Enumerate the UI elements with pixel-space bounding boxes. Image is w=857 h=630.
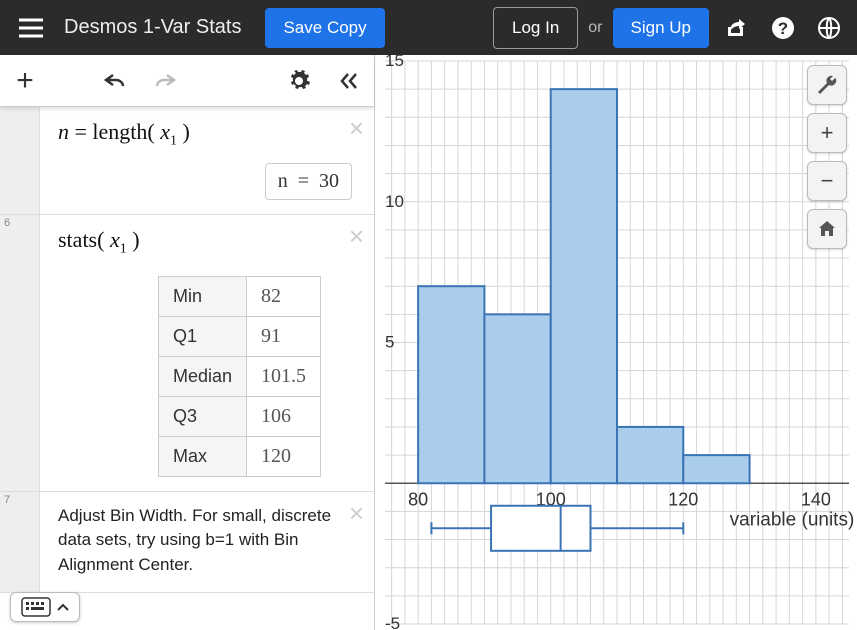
app-title: Desmos 1-Var Stats bbox=[64, 16, 241, 39]
share-icon[interactable] bbox=[719, 11, 755, 45]
svg-text:15: 15 bbox=[385, 55, 404, 70]
stats-output-table: Min82 Q191 Median101.5 Q3106 Max120 bbox=[158, 276, 321, 477]
delete-expression-icon[interactable]: × bbox=[349, 500, 364, 526]
graph-controls: + − bbox=[807, 65, 847, 249]
stats-label: Min bbox=[159, 276, 247, 316]
stats-value: 120 bbox=[247, 436, 321, 476]
stats-label: Max bbox=[159, 436, 247, 476]
expression-row[interactable]: 6 × stats( x1 ) Min82 Q191 Median101.5 Q… bbox=[0, 215, 374, 491]
chevron-up-icon bbox=[57, 602, 69, 612]
expression-scroll[interactable]: × n = length( x1 ) n = 30 6 × bbox=[0, 107, 374, 630]
settings-icon[interactable] bbox=[274, 69, 324, 93]
keypad-toggle[interactable] bbox=[10, 592, 80, 622]
svg-text:-5: -5 bbox=[385, 614, 400, 630]
stats-value: 106 bbox=[247, 396, 321, 436]
save-copy-button[interactable]: Save Copy bbox=[265, 8, 384, 48]
or-label: or bbox=[588, 19, 602, 37]
header-right-group: Log In or Sign Up ? bbox=[493, 7, 847, 49]
row-index: 7 bbox=[0, 492, 40, 592]
expression-list: × n = length( x1 ) n = 30 6 × bbox=[0, 107, 374, 630]
signup-button[interactable]: Sign Up bbox=[613, 8, 709, 48]
zoom-in-button[interactable]: + bbox=[807, 113, 847, 153]
expression-row[interactable]: × n = length( x1 ) n = 30 bbox=[0, 107, 374, 215]
graph-area[interactable]: 80100120140-551015variable (units) + − bbox=[375, 55, 857, 630]
stats-label: Median bbox=[159, 356, 247, 396]
menu-icon[interactable] bbox=[10, 11, 52, 45]
zoom-out-button[interactable]: − bbox=[807, 161, 847, 201]
row-index bbox=[0, 107, 40, 214]
redo-button[interactable] bbox=[140, 71, 190, 91]
app-header: Desmos 1-Var Stats Save Copy Log In or S… bbox=[0, 0, 857, 55]
login-button[interactable]: Log In bbox=[493, 7, 578, 49]
stats-value: 91 bbox=[247, 316, 321, 356]
svg-text:80: 80 bbox=[408, 489, 428, 509]
undo-button[interactable] bbox=[90, 71, 140, 91]
row-index: 6 bbox=[0, 215, 40, 490]
stats-value: 82 bbox=[247, 276, 321, 316]
note-text[interactable]: Adjust Bin Width. For small, discrete da… bbox=[58, 504, 356, 578]
expression-panel: + bbox=[0, 55, 375, 630]
delete-expression-icon[interactable]: × bbox=[349, 115, 364, 141]
add-expression-button[interactable]: + bbox=[0, 55, 50, 106]
svg-text:5: 5 bbox=[385, 333, 394, 352]
stats-label: Q3 bbox=[159, 396, 247, 436]
expression-content[interactable]: n = length( x1 ) bbox=[58, 119, 356, 149]
delete-expression-icon[interactable]: × bbox=[349, 223, 364, 249]
expression-content[interactable]: stats( x1 ) bbox=[58, 227, 356, 257]
svg-text:10: 10 bbox=[385, 192, 404, 211]
expression-toolbar: + bbox=[0, 55, 374, 107]
stats-label: Q1 bbox=[159, 316, 247, 356]
help-icon[interactable]: ? bbox=[765, 10, 801, 46]
graph-canvas[interactable]: 80100120140-551015variable (units) bbox=[375, 55, 857, 630]
svg-text:variable (units): variable (units) bbox=[730, 509, 855, 530]
language-icon[interactable] bbox=[811, 10, 847, 46]
wrench-icon[interactable] bbox=[807, 65, 847, 105]
home-button[interactable] bbox=[807, 209, 847, 249]
expression-row[interactable]: 7 × Adjust Bin Width. For small, discret… bbox=[0, 492, 374, 593]
svg-text:120: 120 bbox=[668, 489, 698, 509]
svg-text:140: 140 bbox=[801, 489, 831, 509]
collapse-panel-icon[interactable] bbox=[324, 69, 374, 93]
main-area: + bbox=[0, 55, 857, 630]
expression-output: n = 30 bbox=[265, 163, 352, 200]
stats-value: 101.5 bbox=[247, 356, 321, 396]
svg-text:?: ? bbox=[778, 19, 788, 38]
